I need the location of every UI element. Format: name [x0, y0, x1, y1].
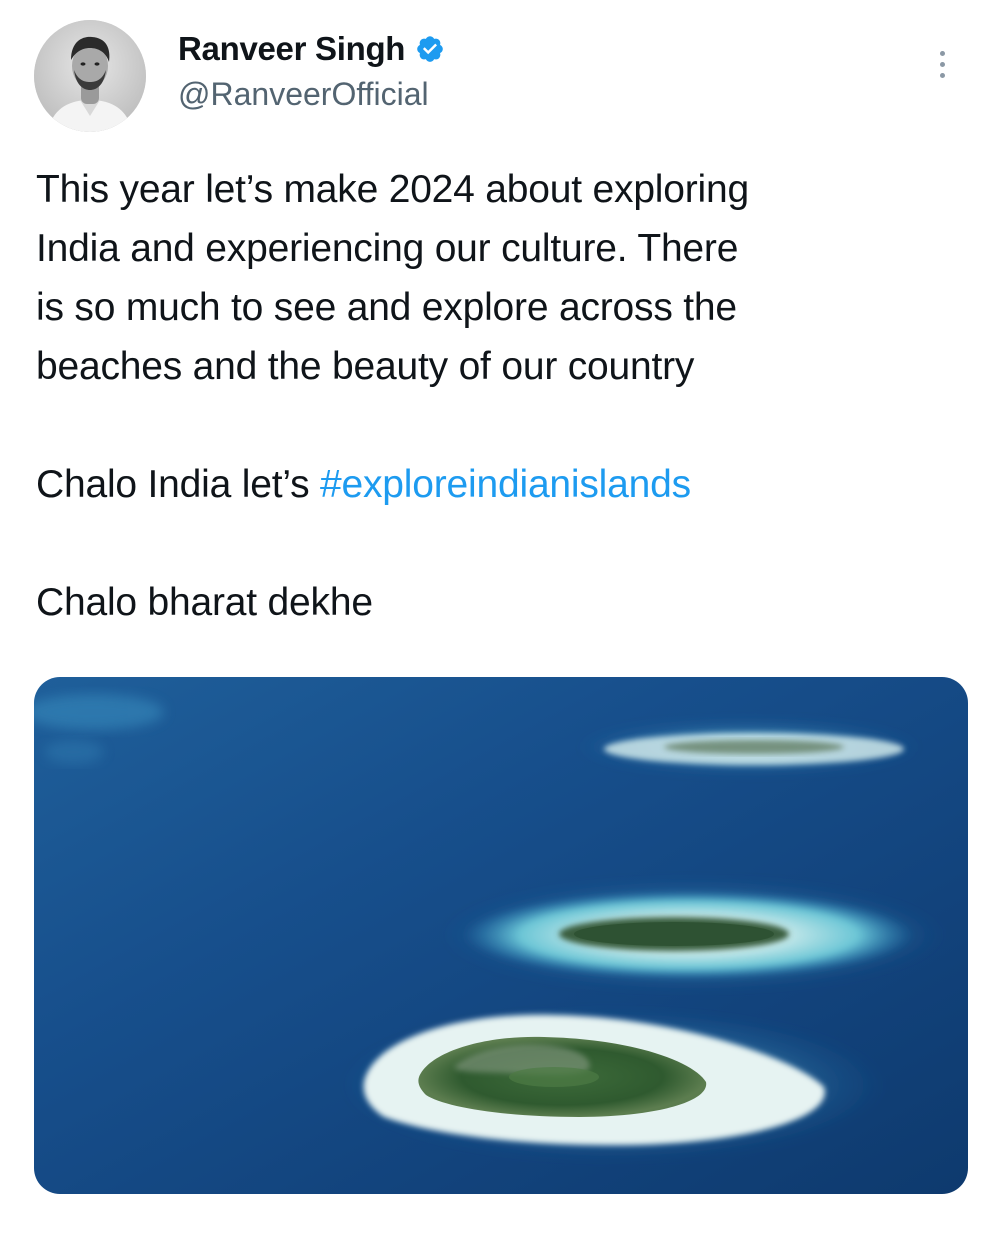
tweet-text-line: This year let’s make 2024 about explorin… — [36, 168, 749, 211]
author-name[interactable]: Ranveer Singh — [178, 30, 445, 68]
more-vertical-icon — [939, 61, 945, 67]
tweet-text-line: beaches and the beauty of our country — [36, 345, 695, 388]
author-name-text[interactable]: Ranveer Singh — [178, 30, 405, 68]
aerial-islands-photo — [34, 677, 968, 1194]
tweet-text-paragraph: Chalo bharat dekhe — [36, 581, 373, 624]
author-handle[interactable]: @RanveerOfficial — [178, 76, 429, 113]
tweet-text-paragraph: Chalo India let’s #exploreindianislands — [36, 455, 916, 514]
avatar[interactable] — [34, 20, 146, 132]
tweet-text-line: India and experiencing our culture. Ther… — [36, 227, 739, 270]
more-vertical-icon — [939, 50, 945, 56]
tweet-photo[interactable] — [34, 677, 968, 1194]
more-options-button[interactable] — [924, 40, 960, 88]
tweet-text-line: is so much to see and explore across the — [36, 286, 737, 329]
profile-photo — [34, 20, 146, 132]
tweet-text-prefix: Chalo India let’s — [36, 463, 321, 506]
verified-badge-icon — [415, 34, 445, 64]
more-vertical-icon — [939, 72, 945, 78]
tweet-text: This year let’s make 2024 about explorin… — [36, 160, 916, 632]
hashtag-link[interactable]: #exploreindianislands — [320, 463, 691, 506]
tweet: Ranveer Singh @RanveerOfficial This year… — [0, 0, 998, 1250]
